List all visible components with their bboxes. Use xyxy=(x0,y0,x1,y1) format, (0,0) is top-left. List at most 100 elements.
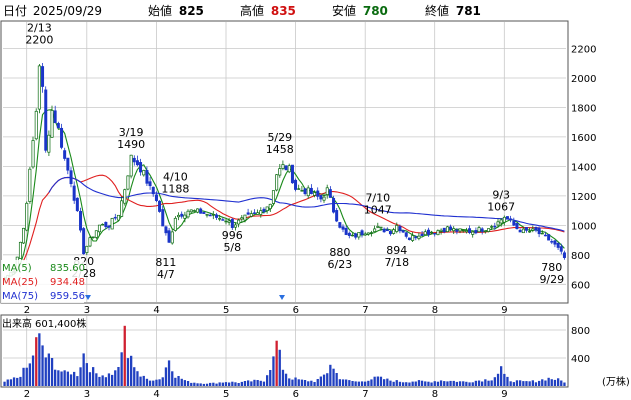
volume-bar xyxy=(303,380,307,386)
volume-bar xyxy=(500,366,503,386)
candle-body xyxy=(328,189,332,198)
volume-bar xyxy=(155,379,158,386)
volume-bar xyxy=(525,381,528,386)
candle-body xyxy=(148,181,152,187)
candle-body xyxy=(385,229,389,232)
candle-body xyxy=(202,212,206,214)
volume-bar xyxy=(411,381,414,386)
svg-text:日付 2025/09/29: 日付 2025/09/29 xyxy=(3,4,102,18)
candle-body xyxy=(341,226,345,230)
annotation-price: 1188 xyxy=(161,183,189,196)
svg-text:終値 781: 終値 781 xyxy=(425,3,481,18)
candle-body xyxy=(455,229,459,232)
volume-bar xyxy=(130,355,133,386)
candle-body xyxy=(224,220,228,223)
volume-bar xyxy=(398,381,402,386)
volume-bar xyxy=(468,382,471,386)
candle-body xyxy=(249,213,253,217)
volume-bar xyxy=(247,380,250,386)
candle-body xyxy=(47,134,51,153)
candle-body xyxy=(518,229,522,233)
candle-body xyxy=(72,185,76,201)
candle-body xyxy=(186,210,190,218)
candle-body xyxy=(543,234,547,237)
volume-bar xyxy=(531,380,534,386)
volume-bar xyxy=(446,381,449,386)
candle-body xyxy=(132,157,136,163)
candle-body xyxy=(205,213,209,216)
event-marker-icon xyxy=(85,295,91,300)
candle-body xyxy=(547,234,551,241)
volume-bar xyxy=(433,381,436,386)
candle-body xyxy=(436,230,440,236)
candle-body xyxy=(129,154,133,177)
volume-bar xyxy=(307,381,310,386)
candle-body xyxy=(369,232,373,234)
candle-body xyxy=(262,208,266,212)
candle-body xyxy=(101,223,105,226)
high-label: 高値 xyxy=(240,3,264,18)
month-tick-label: 5 xyxy=(223,389,229,400)
volume-bar xyxy=(471,382,474,386)
volume-bar xyxy=(101,375,104,386)
volume-bar xyxy=(395,380,398,386)
volume-bar xyxy=(117,367,120,386)
candle-body xyxy=(306,187,310,197)
high-value: 835 xyxy=(271,4,296,18)
volume-bar xyxy=(408,382,411,386)
volume-bar xyxy=(487,380,490,386)
candle-body xyxy=(395,225,399,232)
candle-body xyxy=(309,187,313,195)
volume-bar xyxy=(291,379,294,386)
volume-bar xyxy=(341,379,345,386)
candle-body xyxy=(113,216,117,219)
candle-body xyxy=(243,214,247,221)
volume-bar xyxy=(360,381,364,386)
candle-body xyxy=(487,228,491,232)
volume-bar xyxy=(383,379,386,386)
candle-body xyxy=(471,231,475,235)
ma-legend: MA(5) 835.60 MA(25) 934.48 MA(75) 959.56 xyxy=(1,260,85,303)
candle-body xyxy=(360,230,364,236)
volume-bar xyxy=(272,356,275,386)
candle-body xyxy=(167,230,171,243)
candle-body xyxy=(123,189,127,204)
volume-bar xyxy=(338,379,341,386)
volume-bar xyxy=(534,382,538,386)
volume-bar xyxy=(449,380,452,386)
volume-bar xyxy=(161,377,164,386)
volume-bar xyxy=(417,380,421,386)
candle-body xyxy=(110,218,114,230)
candle-body xyxy=(540,232,544,235)
volume-bar xyxy=(284,373,288,386)
volume-bar xyxy=(424,381,427,386)
candle-body xyxy=(531,228,535,231)
candle-body xyxy=(173,217,177,231)
volume-bar xyxy=(541,379,544,386)
candle-body xyxy=(237,219,241,225)
candle-body xyxy=(521,228,525,234)
candle-body xyxy=(411,235,415,241)
month-tick-label: 6 xyxy=(293,389,299,400)
volume-bar xyxy=(370,379,373,386)
volume-bar xyxy=(357,381,360,386)
volume-bar xyxy=(455,381,458,386)
volume-bar xyxy=(373,376,376,386)
candle-body xyxy=(91,236,95,239)
annotation-price: 6/23 xyxy=(328,258,353,271)
grid xyxy=(3,22,566,386)
volume-bar xyxy=(66,371,69,386)
svg-text:高値 835: 高値 835 xyxy=(240,3,296,18)
volume-bar xyxy=(133,367,136,386)
month-tick-label: 9 xyxy=(501,305,507,316)
candle-body xyxy=(230,218,234,228)
volume-bar xyxy=(136,371,139,386)
candle-body xyxy=(325,187,329,195)
candle-body xyxy=(407,237,411,241)
candle-body xyxy=(25,202,29,231)
candle-body xyxy=(145,170,149,184)
month-tick-label: 7 xyxy=(362,305,368,316)
volume-bar xyxy=(234,382,237,386)
candle-body xyxy=(496,221,500,226)
price-tick-label: 1600 xyxy=(571,133,596,144)
